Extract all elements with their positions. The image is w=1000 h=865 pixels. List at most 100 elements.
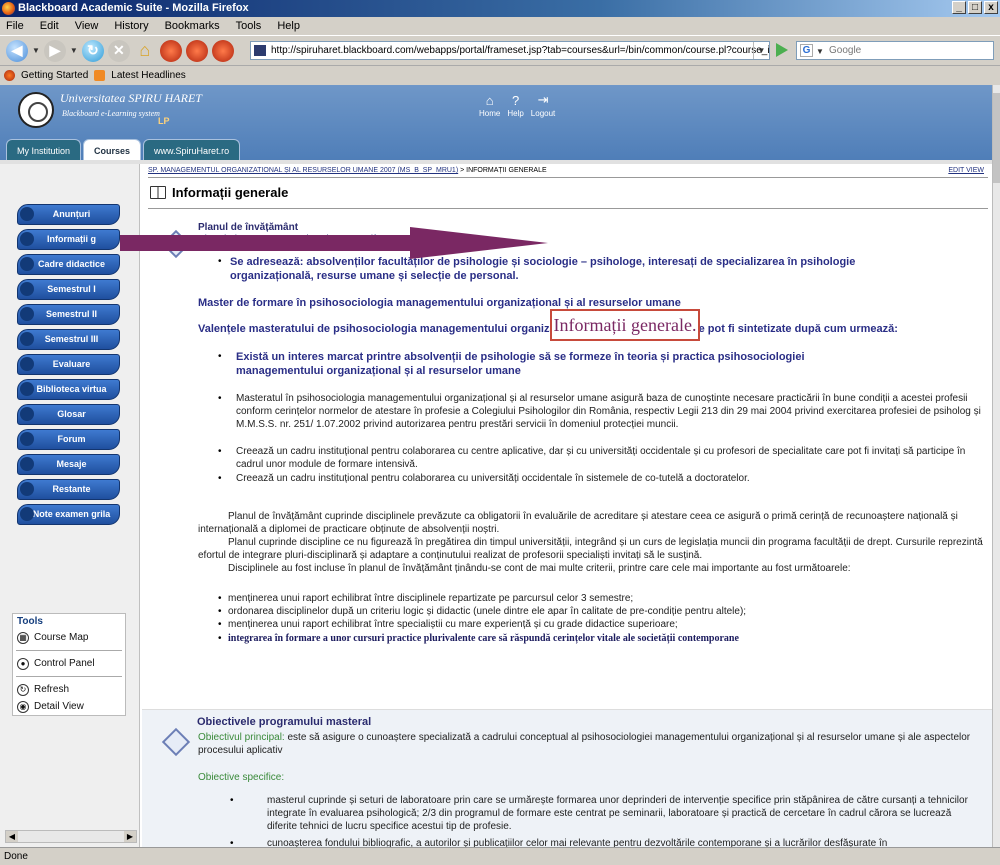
scroll-left-icon[interactable]: ◀ xyxy=(6,831,18,842)
criteriu-1: menținerea unui raport echilibrat între … xyxy=(228,593,634,604)
home-button[interactable]: ⌂ xyxy=(134,40,156,62)
sidebar-item-informatii[interactable]: Informații g xyxy=(17,229,120,250)
breadcrumb-course-link[interactable]: SP. MANAGEMENTUL ORGANIZATIONAL ȘI AL RE… xyxy=(148,167,458,174)
sidebar-item-anunturi[interactable]: Anunțuri xyxy=(17,204,120,225)
sidebar-item-biblioteca[interactable]: Biblioteca virtua xyxy=(17,379,120,400)
objectives-document-icon xyxy=(161,727,191,757)
menu-help[interactable]: Help xyxy=(275,20,302,32)
forward-history-chevron-icon[interactable]: ▼ xyxy=(70,46,78,55)
bookmark-getting-started[interactable]: Getting Started xyxy=(21,70,88,81)
menu-view[interactable]: View xyxy=(73,20,101,32)
menu-edit[interactable]: Edit xyxy=(38,20,61,32)
tools-divider xyxy=(16,650,122,651)
tool-course-map[interactable]: ▦ Course Map xyxy=(13,629,125,646)
forward-button[interactable]: ▶ xyxy=(43,39,66,62)
extension-icon[interactable] xyxy=(159,39,182,62)
tab-my-institution[interactable]: My Institution xyxy=(6,139,82,161)
sidebar-item-restante[interactable]: Restante xyxy=(17,479,120,500)
sidebar-horizontal-scrollbar[interactable]: ◀ ▶ xyxy=(5,830,137,843)
sidebar-item-glosar[interactable]: Glosar xyxy=(17,404,120,425)
criteriu-3: menținerea unui raport echilibrat între … xyxy=(228,619,678,630)
plan-paragraph-1: Planul de învățământ cuprinde discipline… xyxy=(198,511,958,535)
interes-text: Există un interes marcat printre absolve… xyxy=(236,351,805,377)
sidebar-item-evaluare[interactable]: Evaluare xyxy=(17,354,120,375)
go-button[interactable] xyxy=(776,43,788,57)
minimize-button[interactable]: _ xyxy=(952,1,966,14)
window-title: Blackboard Academic Suite - Mozilla Fire… xyxy=(18,2,249,14)
help-link[interactable]: ? Help xyxy=(507,93,523,119)
back-button[interactable]: ◀ xyxy=(6,39,28,62)
tool-detail-view[interactable]: ◉ Detail View xyxy=(13,698,125,715)
sidebar-item-semestrul-1[interactable]: Semestrul I xyxy=(17,279,120,300)
search-engine-chevron-icon[interactable]: ▼ xyxy=(816,43,824,60)
master-heading: Master de formare în psihosociologia man… xyxy=(198,297,681,309)
item-document-icon xyxy=(161,229,191,259)
menu-file[interactable]: File xyxy=(4,20,26,32)
address-bar[interactable]: http://spiruharet.blackboard.com/webapps… xyxy=(250,41,770,60)
bookmark-latest-headlines[interactable]: Latest Headlines xyxy=(111,70,186,81)
title-divider xyxy=(148,177,988,178)
tab-spiruharet[interactable]: www.SpiruHaret.ro xyxy=(143,139,241,161)
logout-icon: ⇥ xyxy=(537,92,549,107)
scrollbar-thumb[interactable] xyxy=(993,93,1000,183)
criteriu-2: ordonarea disciplinelor după un criteriu… xyxy=(228,606,747,617)
sidebar-item-cadre-didactice[interactable]: Cadre didactice xyxy=(17,254,120,275)
menu-bookmarks[interactable]: Bookmarks xyxy=(163,20,222,32)
sidebar-item-semestrul-3[interactable]: Semestrul III xyxy=(17,329,120,350)
close-button[interactable]: x xyxy=(984,1,998,14)
menu-tools[interactable]: Tools xyxy=(234,20,264,32)
obj-specifice-label: Obiective specifice: xyxy=(198,772,285,783)
menu-history[interactable]: History xyxy=(112,20,150,32)
site-favicon-icon xyxy=(254,45,266,56)
detail-view-icon: ◉ xyxy=(17,700,29,713)
course-menu: Anunțuri Informații g Cadre didactice Se… xyxy=(0,164,140,847)
home-link[interactable]: ⌂ Home xyxy=(479,92,500,119)
maximize-button[interactable]: □ xyxy=(968,1,982,14)
lp-label: LP xyxy=(158,116,170,126)
objectives-title: Obiectivele programului masteral xyxy=(197,716,372,728)
search-input[interactable]: G ▼ Google xyxy=(796,41,994,60)
top-nav: ⌂ Home ? Help ⇥ Logout xyxy=(479,92,555,119)
breadcrumb: SP. MANAGEMENTUL ORGANIZATIONAL ȘI AL RE… xyxy=(148,167,547,174)
book-icon xyxy=(150,186,166,199)
page-vertical-scrollbar[interactable] xyxy=(992,85,1000,847)
extension-icon-2[interactable] xyxy=(185,39,208,62)
university-seal-logo xyxy=(18,92,54,128)
tool-refresh[interactable]: ↻ Refresh xyxy=(13,681,125,698)
page-viewport: Universitatea SPIRU HARET Blackboard e-L… xyxy=(0,85,992,847)
sidebar-item-forum[interactable]: Forum xyxy=(17,429,120,450)
reload-button[interactable]: ↻ xyxy=(81,39,104,62)
plan-attachment-size: (119,865 Kb) xyxy=(375,235,422,244)
home-icon: ⌂ xyxy=(485,92,494,108)
annotation-label: Informații generale. xyxy=(550,309,700,341)
map-icon: ▦ xyxy=(17,631,29,644)
stop-button[interactable]: ✕ xyxy=(107,39,130,62)
sidebar-item-mesaje[interactable]: Mesaje xyxy=(17,454,120,475)
sidebar-item-note-examen[interactable]: Note examen grila xyxy=(17,504,120,525)
tool-control-panel[interactable]: ● Control Panel xyxy=(13,655,125,672)
address-url: http://spiruharet.blackboard.com/webapps… xyxy=(271,45,770,56)
url-history-chevron-icon[interactable]: ▼ xyxy=(753,42,769,59)
menu-bar: File Edit View History Bookmarks Tools H… xyxy=(0,17,1000,35)
scroll-right-icon[interactable]: ▶ xyxy=(124,831,136,842)
status-bar: Done xyxy=(0,847,1000,865)
blackboard-header: Universitatea SPIRU HARET Blackboard e-L… xyxy=(0,85,992,161)
tools-panel: Tools ▦ Course Map ● Control Panel ↻ Ref… xyxy=(12,613,126,716)
tools-divider xyxy=(16,676,122,677)
plan-attachment-link[interactable]: Plan de invatamant aprobat de MEC.pdf xyxy=(198,234,376,245)
tab-courses[interactable]: Courses xyxy=(83,139,142,161)
control-panel-icon: ● xyxy=(17,657,29,670)
window-titlebar: Blackboard Academic Suite - Mozilla Fire… xyxy=(0,0,1000,17)
extension-icon-3[interactable] xyxy=(211,39,234,62)
refresh-icon: ↻ xyxy=(17,683,29,696)
logout-link[interactable]: ⇥ Logout xyxy=(531,92,555,118)
edit-view-link[interactable]: EDIT VIEW xyxy=(948,167,984,174)
university-subtitle: Blackboard e-Learning system xyxy=(62,109,160,118)
obj-specific-2: cunoașterea fondului bibliografic, a aut… xyxy=(267,838,888,847)
cadru-doctorate-text: Creează un cadru instituțional pentru co… xyxy=(236,473,750,484)
back-history-chevron-icon[interactable]: ▼ xyxy=(32,46,40,55)
google-icon[interactable]: G xyxy=(800,44,813,57)
university-name: Universitatea SPIRU HARET xyxy=(60,91,202,105)
sidebar-item-semestrul-2[interactable]: Semestrul II xyxy=(17,304,120,325)
bookmarks-toolbar: Getting Started Latest Headlines xyxy=(0,65,1000,84)
